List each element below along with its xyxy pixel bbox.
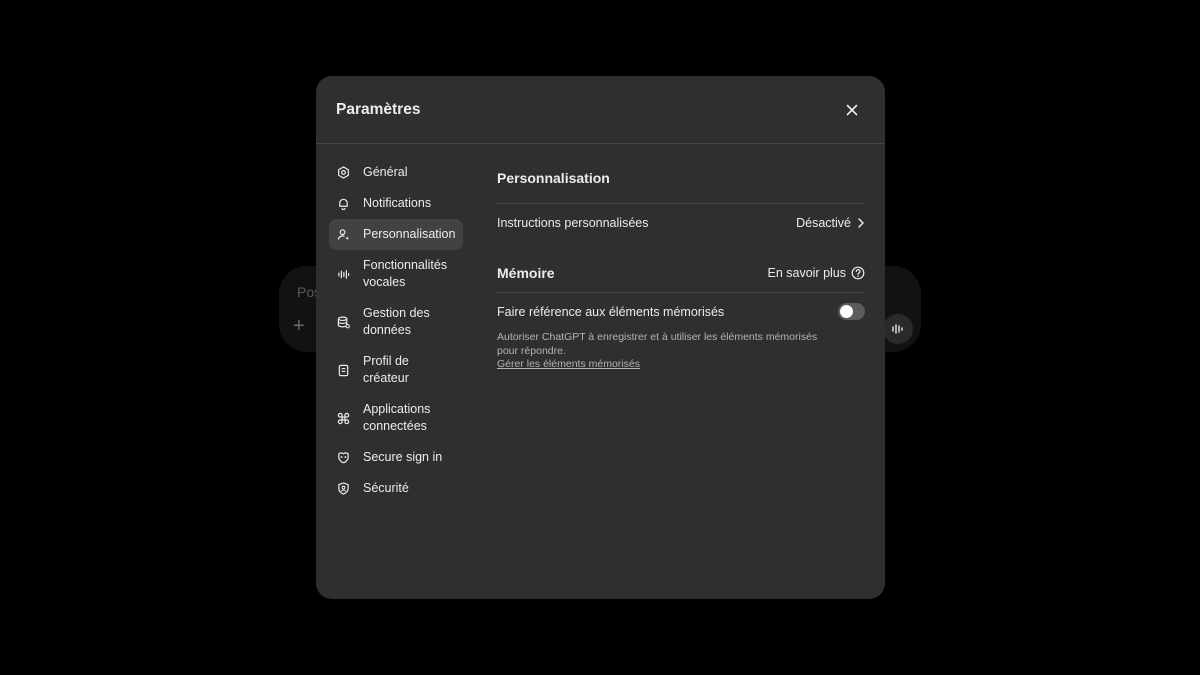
sidebar-item-general[interactable]: Général [329,157,463,188]
sidebar-item-notifications[interactable]: Notifications [329,188,463,219]
close-button[interactable] [841,99,863,121]
custom-instructions-value: Désactivé [796,216,865,230]
bell-icon [336,197,350,211]
close-icon [846,104,858,116]
sidebar-item-label: Gestion des données [363,306,430,337]
sidebar-item-personalization[interactable]: Personnalisation [329,219,463,250]
plus-icon: + [293,315,305,337]
sidebar-item-label: Secure sign in [363,450,443,464]
sidebar-item-data-controls[interactable]: Gestion des données [329,298,463,346]
sidebar-item-label: Général [363,165,408,179]
id-card-icon [336,363,350,377]
key-icon [336,451,350,465]
sidebar-item-builder-profile[interactable]: Profil de créateur [329,346,463,394]
modal-header: Paramètres [316,76,885,144]
memory-title: Mémoire [497,265,555,281]
sidebar-item-label: Profil de créateur [363,354,409,385]
help-circle-icon [851,266,865,280]
voice-mode-icon [883,314,913,344]
manage-memories-link[interactable]: Gérer les éléments mémorisés [497,358,640,370]
modal-title: Paramètres [336,101,421,118]
sidebar-item-label: Notifications [363,196,432,210]
chevron-right-icon [858,218,864,228]
toggle-knob [840,305,853,318]
learn-more-label: En savoir plus [767,266,846,280]
sidebar-item-label: Sécurité [363,481,409,495]
sidebar-item-label: Fonctionnalités vocales [363,258,448,289]
sidebar-item-label: Personnalisation [363,227,456,241]
sidebar-item-connected-apps[interactable]: Applications connectées [329,394,463,442]
command-icon [336,411,350,425]
database-icon [336,315,350,329]
custom-instructions-row[interactable]: Instructions personnalisées Désactivé [497,216,865,230]
sidebar-item-label: Applications connectées [363,402,431,433]
settings-sidebar: Général Notifications Personnalisation F… [329,157,463,504]
sidebar-item-security[interactable]: Sécurité [329,473,463,504]
personalization-title: Personnalisation [497,170,610,186]
user-sparkle-icon [336,228,350,242]
divider [497,203,865,204]
sidebar-item-secure-sign-in[interactable]: Secure sign in [329,442,463,473]
shield-user-icon [336,482,350,496]
waveform-icon [336,267,350,281]
reference-memory-label: Faire référence aux éléments mémorisés [497,304,725,319]
custom-instructions-label: Instructions personnalisées [497,216,649,230]
custom-instructions-status: Désactivé [796,216,851,230]
learn-more-link[interactable]: En savoir plus [767,266,865,280]
divider [497,292,865,293]
reference-memory-toggle[interactable] [838,303,865,320]
gear-icon [336,166,350,180]
reference-memory-row: Faire référence aux éléments mémorisés [497,303,865,320]
memory-description: Autoriser ChatGPT à enregistrer et à uti… [497,331,818,357]
settings-modal: Paramètres Général Notifications Personn… [316,76,885,599]
sidebar-item-voice[interactable]: Fonctionnalités vocales [329,250,463,298]
